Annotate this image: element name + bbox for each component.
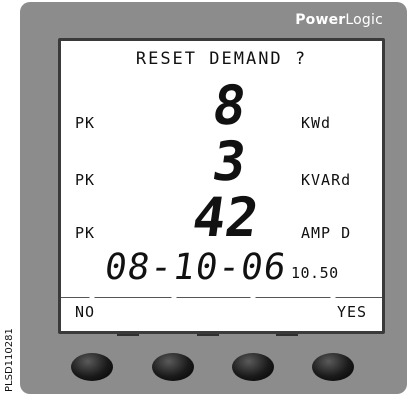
row2-label: PK [75,171,96,189]
softkey-button-3[interactable] [232,353,274,381]
softkey-pointer-3 [248,294,258,301]
row3-unit: AMP D [301,224,352,242]
row2-value: 3 [208,130,251,193]
time-readout: 10.50 [291,264,339,282]
softkey-separator [117,334,139,336]
row2-unit: KVARd [301,171,352,189]
brand-logo: PowerLogic [295,12,383,28]
lcd-screen: RESET DEMAND ? PK 8 KWd PK 3 KVARd PK 42… [58,38,385,334]
softkey-yes-label: YES [337,303,368,321]
softkey-separator [276,334,298,336]
row1-label: PK [75,114,96,132]
softkey-pointer-2 [169,294,179,301]
row3-value: 42 [188,186,263,249]
softkey-button-4[interactable] [312,353,354,381]
row1-unit: KWd [301,114,332,132]
softkey-separator [197,334,219,336]
date-readout: 08-10-06 [102,247,290,288]
softkey-button-1[interactable] [71,353,113,381]
reset-demand-prompt: RESET DEMAND ? [135,49,308,69]
row3-label: PK [75,224,96,242]
softkey-pointer-1 [87,294,97,301]
softkey-pointer-4 [328,294,338,301]
document-code: PLSD110281 [4,328,15,392]
softkey-no-label: NO [75,303,96,321]
meter-bezel: PowerLogic RESET DEMAND ? PK 8 KWd PK 3 … [20,2,407,394]
softkey-button-2[interactable] [152,353,194,381]
row1-value: 8 [208,74,251,137]
